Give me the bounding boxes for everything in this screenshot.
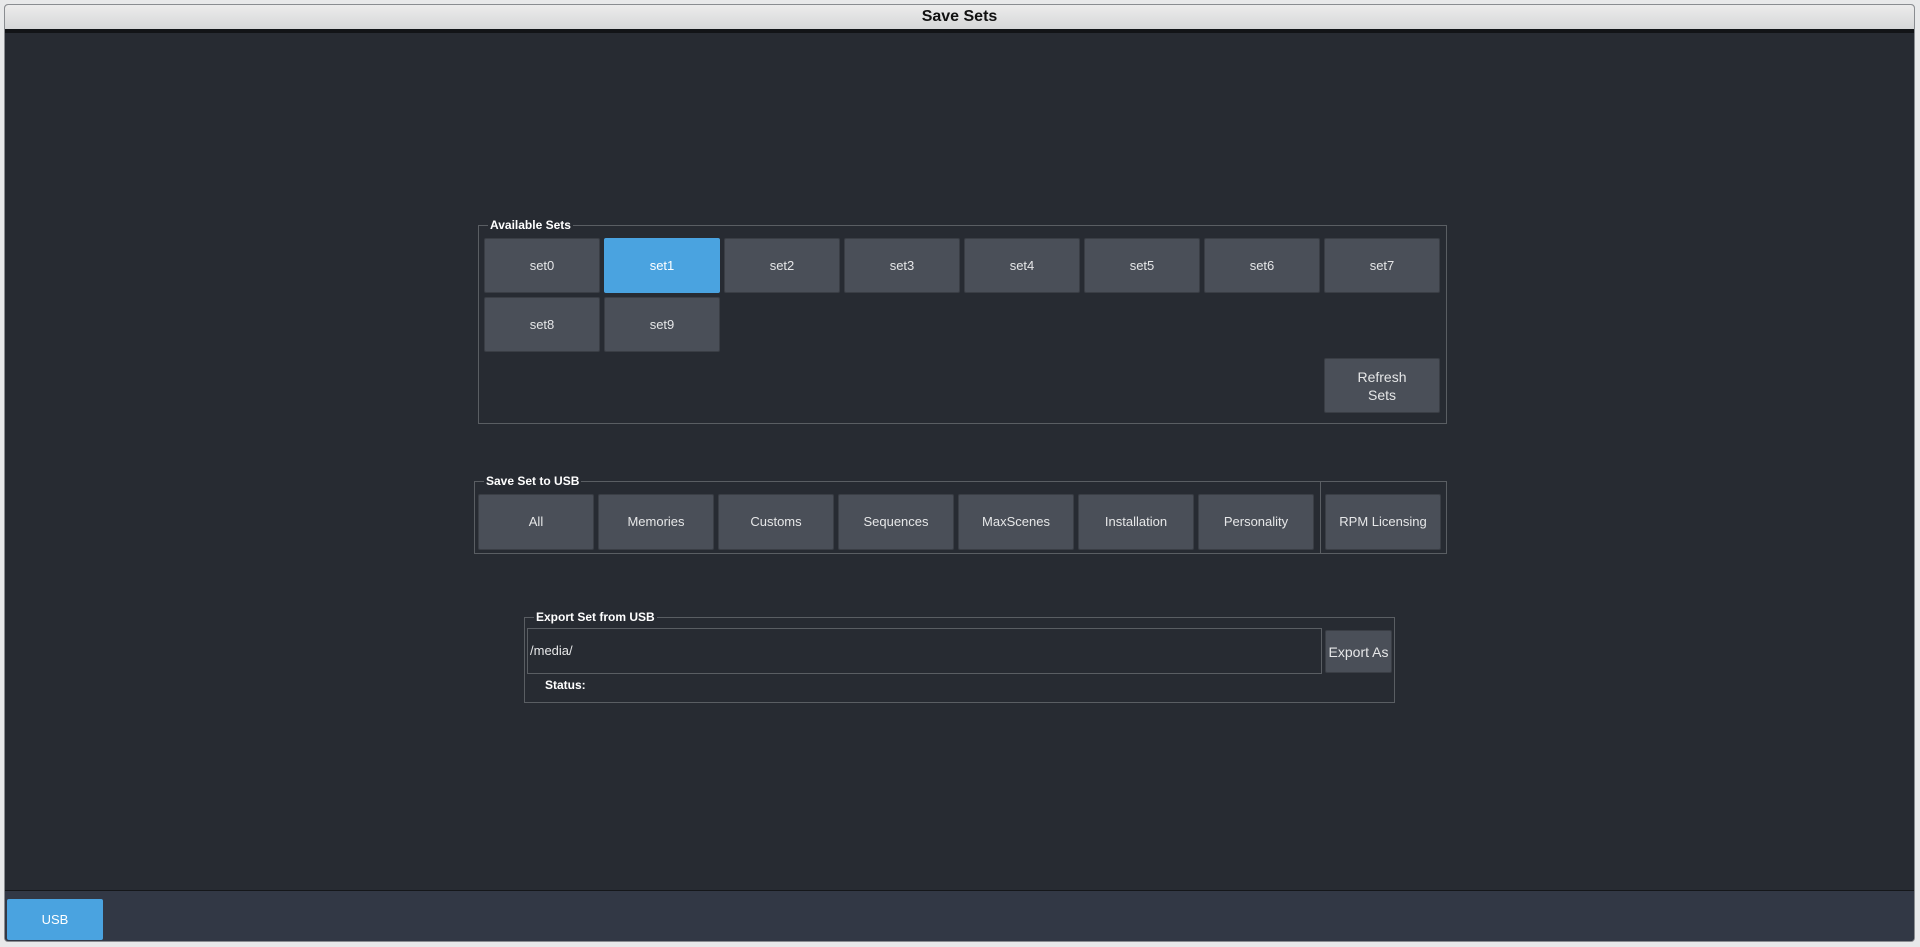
available-sets-legend: Available Sets <box>488 217 573 233</box>
set-button-set8[interactable]: set8 <box>484 297 600 352</box>
save-set-to-usb-group: Save Set to USB All Memories Customs Seq… <box>474 473 1447 554</box>
export-set-from-usb-legend: Export Set from USB <box>534 609 657 625</box>
refresh-sets-button[interactable]: Refresh Sets <box>1324 358 1440 413</box>
set-button-set4[interactable]: set4 <box>964 238 1080 293</box>
window-title: Save Sets <box>5 5 1914 33</box>
save-installation-button[interactable]: Installation <box>1078 494 1194 550</box>
save-memories-button[interactable]: Memories <box>598 494 714 550</box>
export-set-from-usb-group: Export Set from USB /media/ Export As St… <box>524 609 1395 703</box>
rpm-licensing-button[interactable]: RPM Licensing <box>1325 494 1441 550</box>
export-path-input[interactable]: /media/ <box>527 628 1322 674</box>
bottom-bar: USB <box>5 890 1914 941</box>
set-button-set1[interactable]: set1 <box>604 238 720 293</box>
set-button-set2[interactable]: set2 <box>724 238 840 293</box>
save-set-to-usb-legend: Save Set to USB <box>484 473 582 489</box>
save-sequences-button[interactable]: Sequences <box>838 494 954 550</box>
save-group-divider <box>1320 482 1321 553</box>
set-button-set9[interactable]: set9 <box>604 297 720 352</box>
save-customs-button[interactable]: Customs <box>718 494 834 550</box>
available-sets-group: Available Sets set0 set1 set2 set3 set4 … <box>478 217 1447 424</box>
set-button-set7[interactable]: set7 <box>1324 238 1440 293</box>
save-sets-window: Save Sets Available Sets set0 set1 set2 … <box>4 4 1915 942</box>
set-button-set6[interactable]: set6 <box>1204 238 1320 293</box>
save-personality-button[interactable]: Personality <box>1198 494 1314 550</box>
set-button-set3[interactable]: set3 <box>844 238 960 293</box>
export-status-label: Status: <box>545 678 586 692</box>
save-all-button[interactable]: All <box>478 494 594 550</box>
set-button-set0[interactable]: set0 <box>484 238 600 293</box>
usb-button[interactable]: USB <box>7 899 103 940</box>
set-button-set5[interactable]: set5 <box>1084 238 1200 293</box>
export-as-button[interactable]: Export As <box>1325 630 1392 673</box>
save-maxscenes-button[interactable]: MaxScenes <box>958 494 1074 550</box>
